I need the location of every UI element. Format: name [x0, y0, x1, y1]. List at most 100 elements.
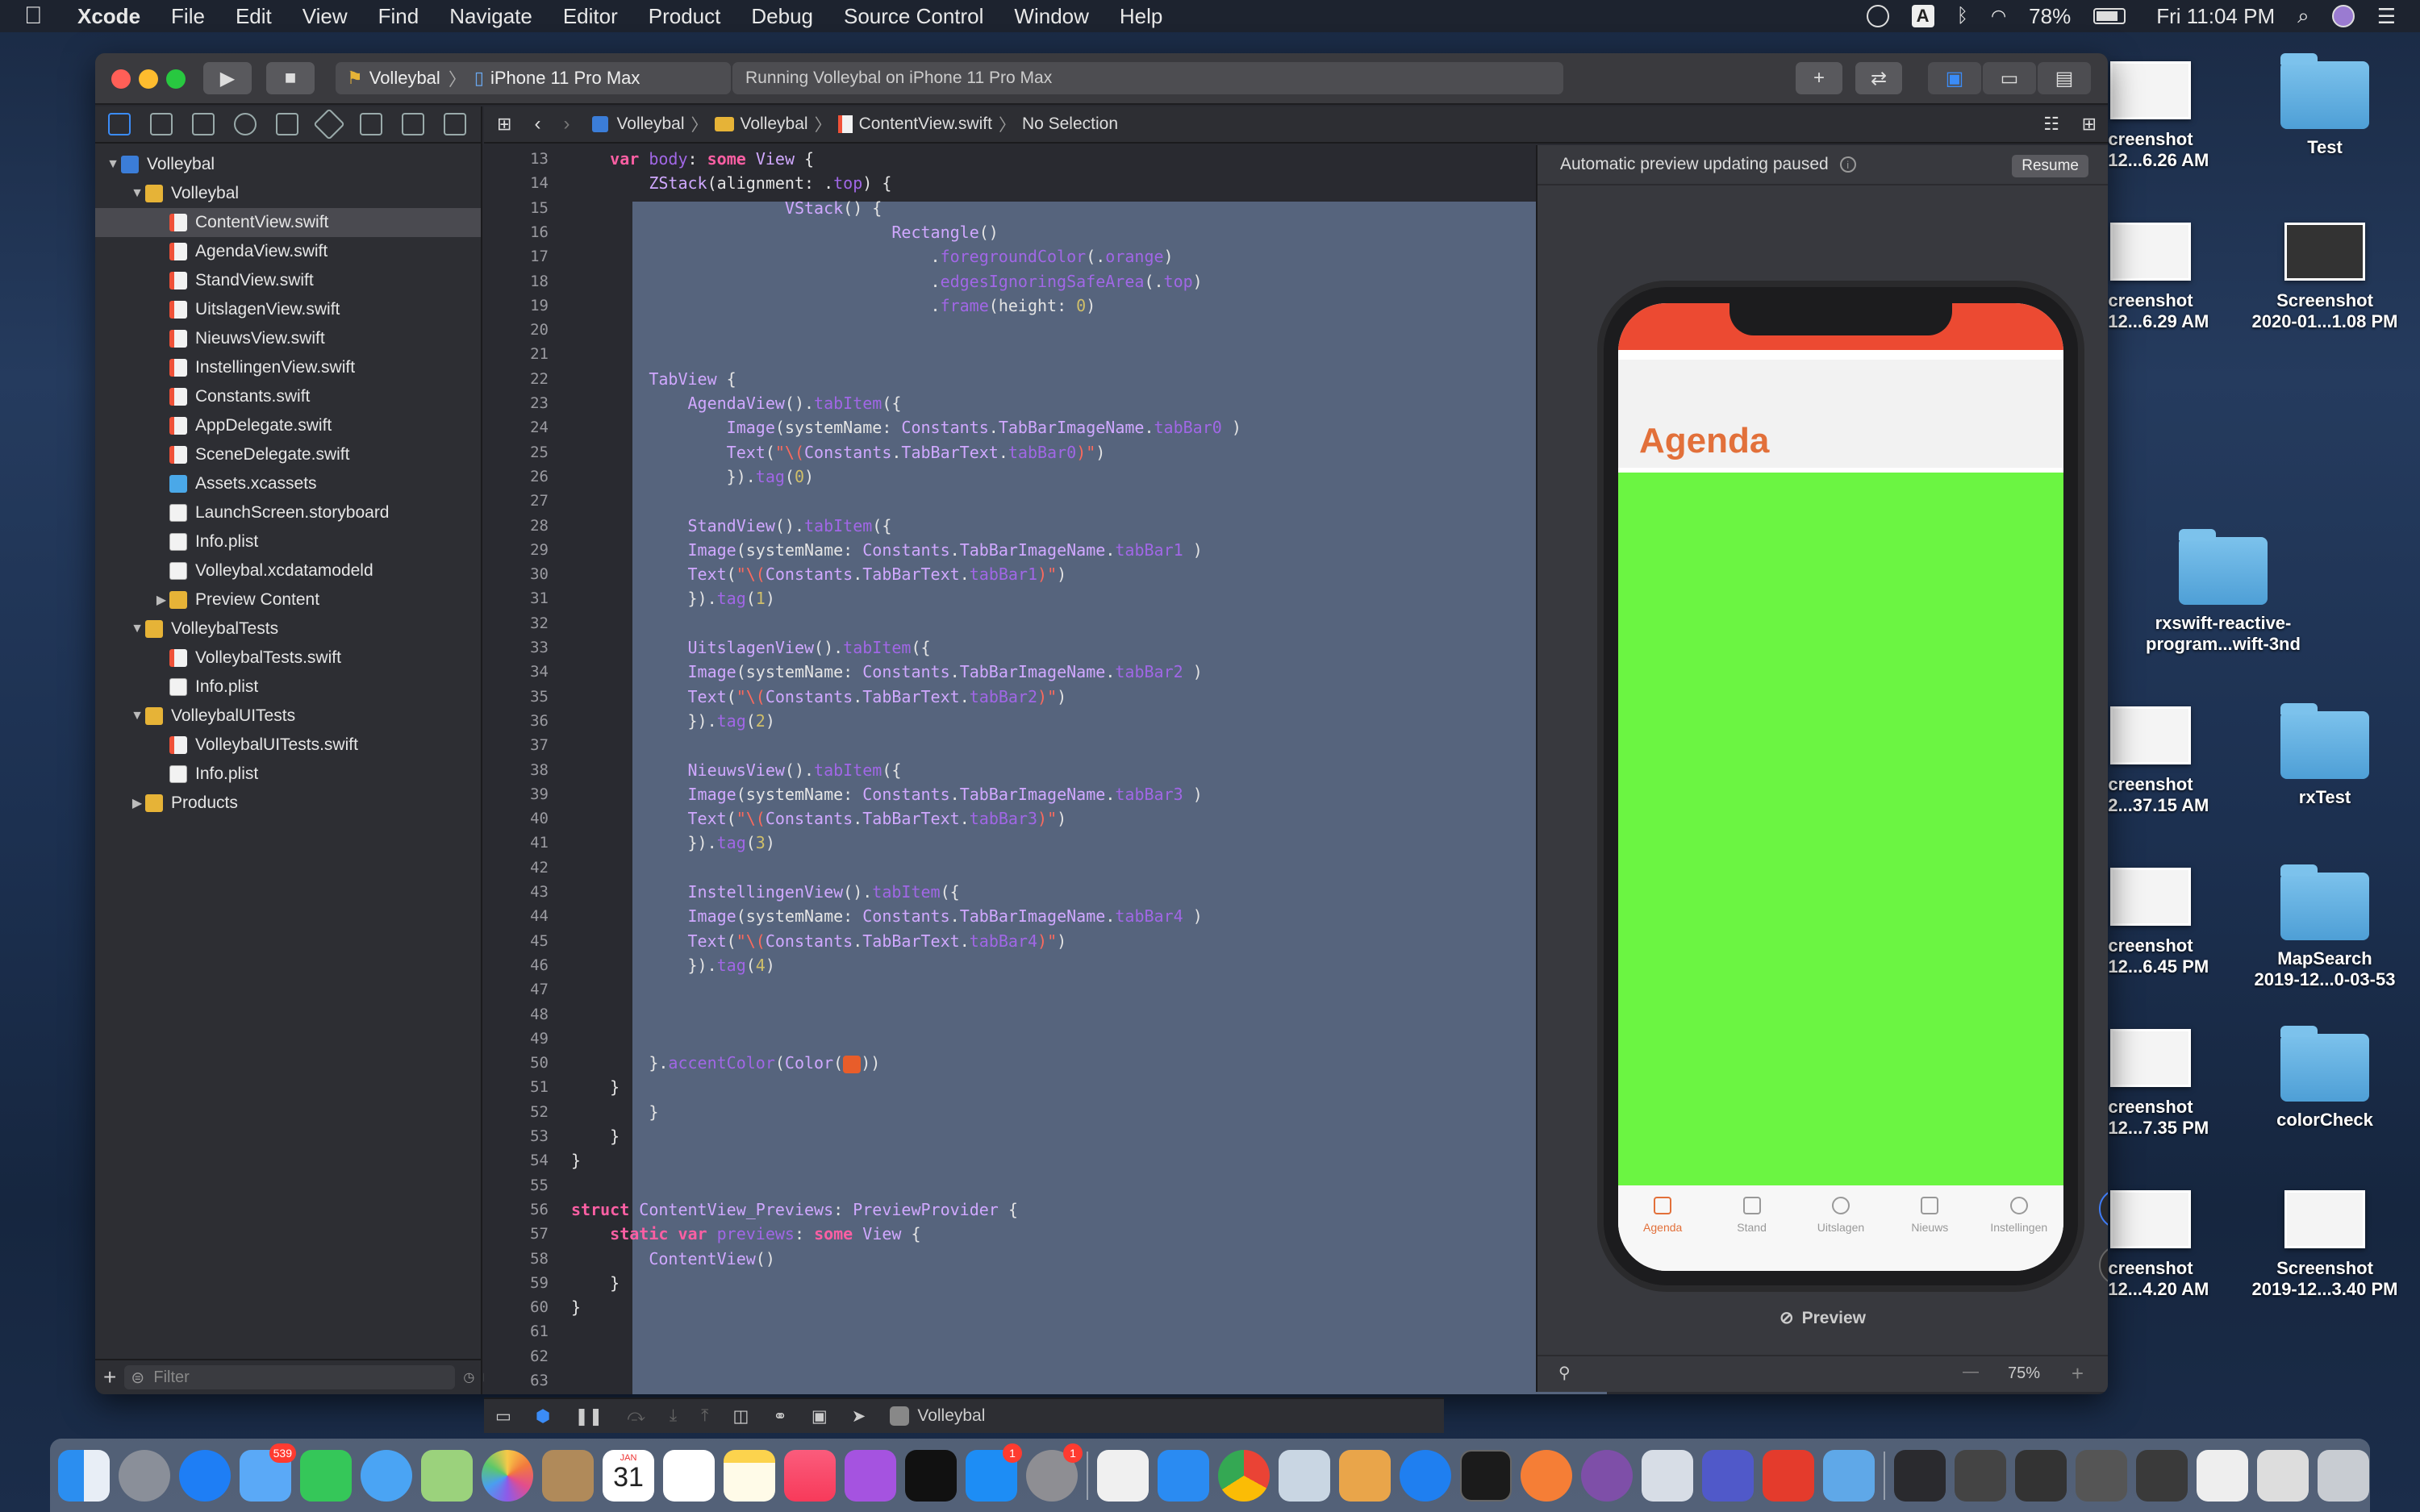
- navigator-row[interactable]: Assets.xcassets: [95, 469, 481, 498]
- tab-uitslagen[interactable]: Uitslagen: [1800, 1185, 1881, 1271]
- navigator-row[interactable]: ▼ Volleybal: [95, 179, 481, 208]
- maps-icon[interactable]: [421, 1449, 473, 1502]
- apple-menu-icon[interactable]: : [24, 2, 56, 30]
- breakpoints-toggle-icon[interactable]: ⬢: [536, 1406, 550, 1427]
- window-thumbnail-icon[interactable]: [2015, 1449, 2067, 1502]
- podcasts-icon[interactable]: [845, 1449, 896, 1502]
- report-navigator-icon[interactable]: [444, 113, 466, 135]
- creative-cloud-icon[interactable]: [1866, 5, 1889, 27]
- battery-icon[interactable]: [2093, 8, 2126, 24]
- menu-editor[interactable]: Editor: [563, 4, 618, 29]
- find-my-icon[interactable]: [1400, 1449, 1451, 1502]
- swift-playgrounds-icon[interactable]: [1521, 1449, 1572, 1502]
- menu-source-control[interactable]: Source Control: [844, 4, 983, 29]
- menu-help[interactable]: Help: [1120, 4, 1162, 29]
- menu-navigate[interactable]: Navigate: [449, 4, 532, 29]
- stop-button[interactable]: ■: [266, 62, 315, 94]
- safari-icon[interactable]: [179, 1449, 231, 1502]
- breadcrumb-file[interactable]: ContentView.swift: [859, 115, 992, 134]
- menu-app-name[interactable]: Xcode: [77, 4, 140, 29]
- phone-screen[interactable]: Agenda Agenda Stand Uitslagen Nieuws Ins…: [1618, 303, 2063, 1271]
- menu-product[interactable]: Product: [649, 4, 721, 29]
- hide-debug-area-icon[interactable]: ▭: [495, 1406, 511, 1427]
- bluetooth-icon[interactable]: ᛒ: [1957, 5, 1968, 27]
- trash-icon[interactable]: [2318, 1449, 2369, 1502]
- step-over-icon[interactable]: ⤼: [627, 1406, 645, 1426]
- window-thumbnail-icon[interactable]: [1955, 1449, 2006, 1502]
- issue-navigator-icon[interactable]: [276, 113, 298, 135]
- apple-tv-icon[interactable]: [905, 1449, 957, 1502]
- desktop-folder[interactable]: rxswift-reactive-program...wift-3nd: [2143, 529, 2304, 655]
- battery-percent[interactable]: 78%: [2029, 4, 2071, 29]
- tor-browser-icon[interactable]: [1581, 1449, 1633, 1502]
- code-review-button[interactable]: ⇄: [1855, 62, 1902, 94]
- navigator-row[interactable]: VolleybalUITests.swift: [95, 731, 481, 760]
- music-icon[interactable]: [784, 1449, 836, 1502]
- pdf-app-icon[interactable]: [1763, 1449, 1814, 1502]
- desktop-folder[interactable]: MapSearch 2019-12...0-03-53: [2244, 864, 2405, 990]
- textedit-icon[interactable]: [1097, 1449, 1149, 1502]
- system-preferences-icon[interactable]: 1: [1026, 1443, 1083, 1502]
- navigator-row[interactable]: Constants.swift: [95, 382, 481, 411]
- live-preview-button[interactable]: [2099, 1189, 2108, 1229]
- navigator-row[interactable]: UitslagenView.swift: [95, 295, 481, 324]
- mail-icon[interactable]: 539: [240, 1443, 296, 1502]
- toggle-inspector-button[interactable]: ▤: [2038, 62, 2091, 94]
- pin-icon[interactable]: ⚲: [1558, 1363, 1571, 1383]
- toggle-debug-area-button[interactable]: ▭: [1983, 62, 2036, 94]
- menu-view[interactable]: View: [302, 4, 348, 29]
- navigator-row[interactable]: ▼ VolleybalUITests: [95, 702, 481, 731]
- navigator-row[interactable]: StandView.swift: [95, 266, 481, 295]
- related-items-icon[interactable]: ⊞: [497, 114, 511, 135]
- recent-files-icon[interactable]: ◷: [463, 1369, 474, 1385]
- notification-center-icon[interactable]: ☰: [2377, 4, 2396, 29]
- navigator-row[interactable]: Info.plist: [95, 527, 481, 556]
- navigator-row[interactable]: ▼ VolleybalTests: [95, 614, 481, 644]
- notes-icon[interactable]: [724, 1449, 775, 1502]
- messages-icon[interactable]: [361, 1449, 412, 1502]
- launchpad-icon[interactable]: [119, 1449, 170, 1502]
- instruments-icon[interactable]: [1823, 1449, 1875, 1502]
- source-control-icon[interactable]: [150, 113, 173, 135]
- zoom-out-button[interactable]: —: [1963, 1363, 1979, 1381]
- teams-icon[interactable]: [1702, 1449, 1754, 1502]
- finder-icon[interactable]: [58, 1449, 110, 1502]
- disclosure-triangle-icon[interactable]: ▶: [153, 592, 169, 608]
- info-icon[interactable]: i: [1839, 156, 1856, 173]
- simulate-location-icon[interactable]: ➤: [852, 1406, 866, 1427]
- navigator-row[interactable]: SceneDelegate.swift: [95, 440, 481, 469]
- navigator-row[interactable]: ▼ Volleybal: [95, 150, 481, 179]
- xcode-icon[interactable]: [1158, 1449, 1209, 1502]
- editor-options-icon[interactable]: ☷: [2043, 114, 2059, 135]
- menu-edit[interactable]: Edit: [236, 4, 272, 29]
- reminders-icon[interactable]: [663, 1449, 715, 1502]
- view-debugger-icon[interactable]: ◫: [732, 1406, 749, 1427]
- breadcrumb-group[interactable]: Volleybal: [741, 115, 808, 134]
- breadcrumb-project[interactable]: Volleybal: [616, 115, 684, 134]
- test-navigator-icon[interactable]: [313, 108, 345, 140]
- window-thumbnail-icon[interactable]: [2076, 1449, 2127, 1502]
- preview-on-device-button[interactable]: [2099, 1245, 2108, 1285]
- photos-icon[interactable]: [482, 1449, 533, 1502]
- tab-stand[interactable]: Stand: [1712, 1185, 1792, 1271]
- resume-button[interactable]: Resume: [2012, 155, 2088, 177]
- disclosure-triangle-icon[interactable]: ▼: [129, 622, 145, 636]
- downloads-stack-icon[interactable]: [2257, 1449, 2309, 1502]
- clock[interactable]: Fri 11:04 PM: [2156, 4, 2275, 29]
- run-button[interactable]: ▶: [203, 62, 252, 94]
- tab-nieuws[interactable]: Nieuws: [1889, 1185, 1970, 1271]
- scheme-selector[interactable]: ⚑ Volleybal 〉 ▯ iPhone 11 Pro Max: [336, 62, 731, 94]
- add-file-button[interactable]: +: [103, 1364, 116, 1390]
- library-add-button[interactable]: +: [1796, 62, 1842, 94]
- tab-instellingen[interactable]: Instellingen: [1979, 1185, 2059, 1271]
- toggle-navigator-button[interactable]: ▣: [1928, 62, 1981, 94]
- navigator-row[interactable]: ▶ Preview Content: [95, 585, 481, 614]
- desktop-item[interactable]: Screenshot 2020-01...1.08 PM: [2244, 223, 2405, 332]
- navigator-row[interactable]: AppDelegate.swift: [95, 411, 481, 440]
- transmit-icon[interactable]: [1339, 1449, 1391, 1502]
- navigator-row[interactable]: Info.plist: [95, 673, 481, 702]
- navigator-row[interactable]: Info.plist: [95, 760, 481, 789]
- environment-overrides-icon[interactable]: ▣: [812, 1406, 828, 1427]
- user-avatar-icon[interactable]: [2331, 5, 2355, 27]
- project-navigator-icon[interactable]: [108, 113, 131, 135]
